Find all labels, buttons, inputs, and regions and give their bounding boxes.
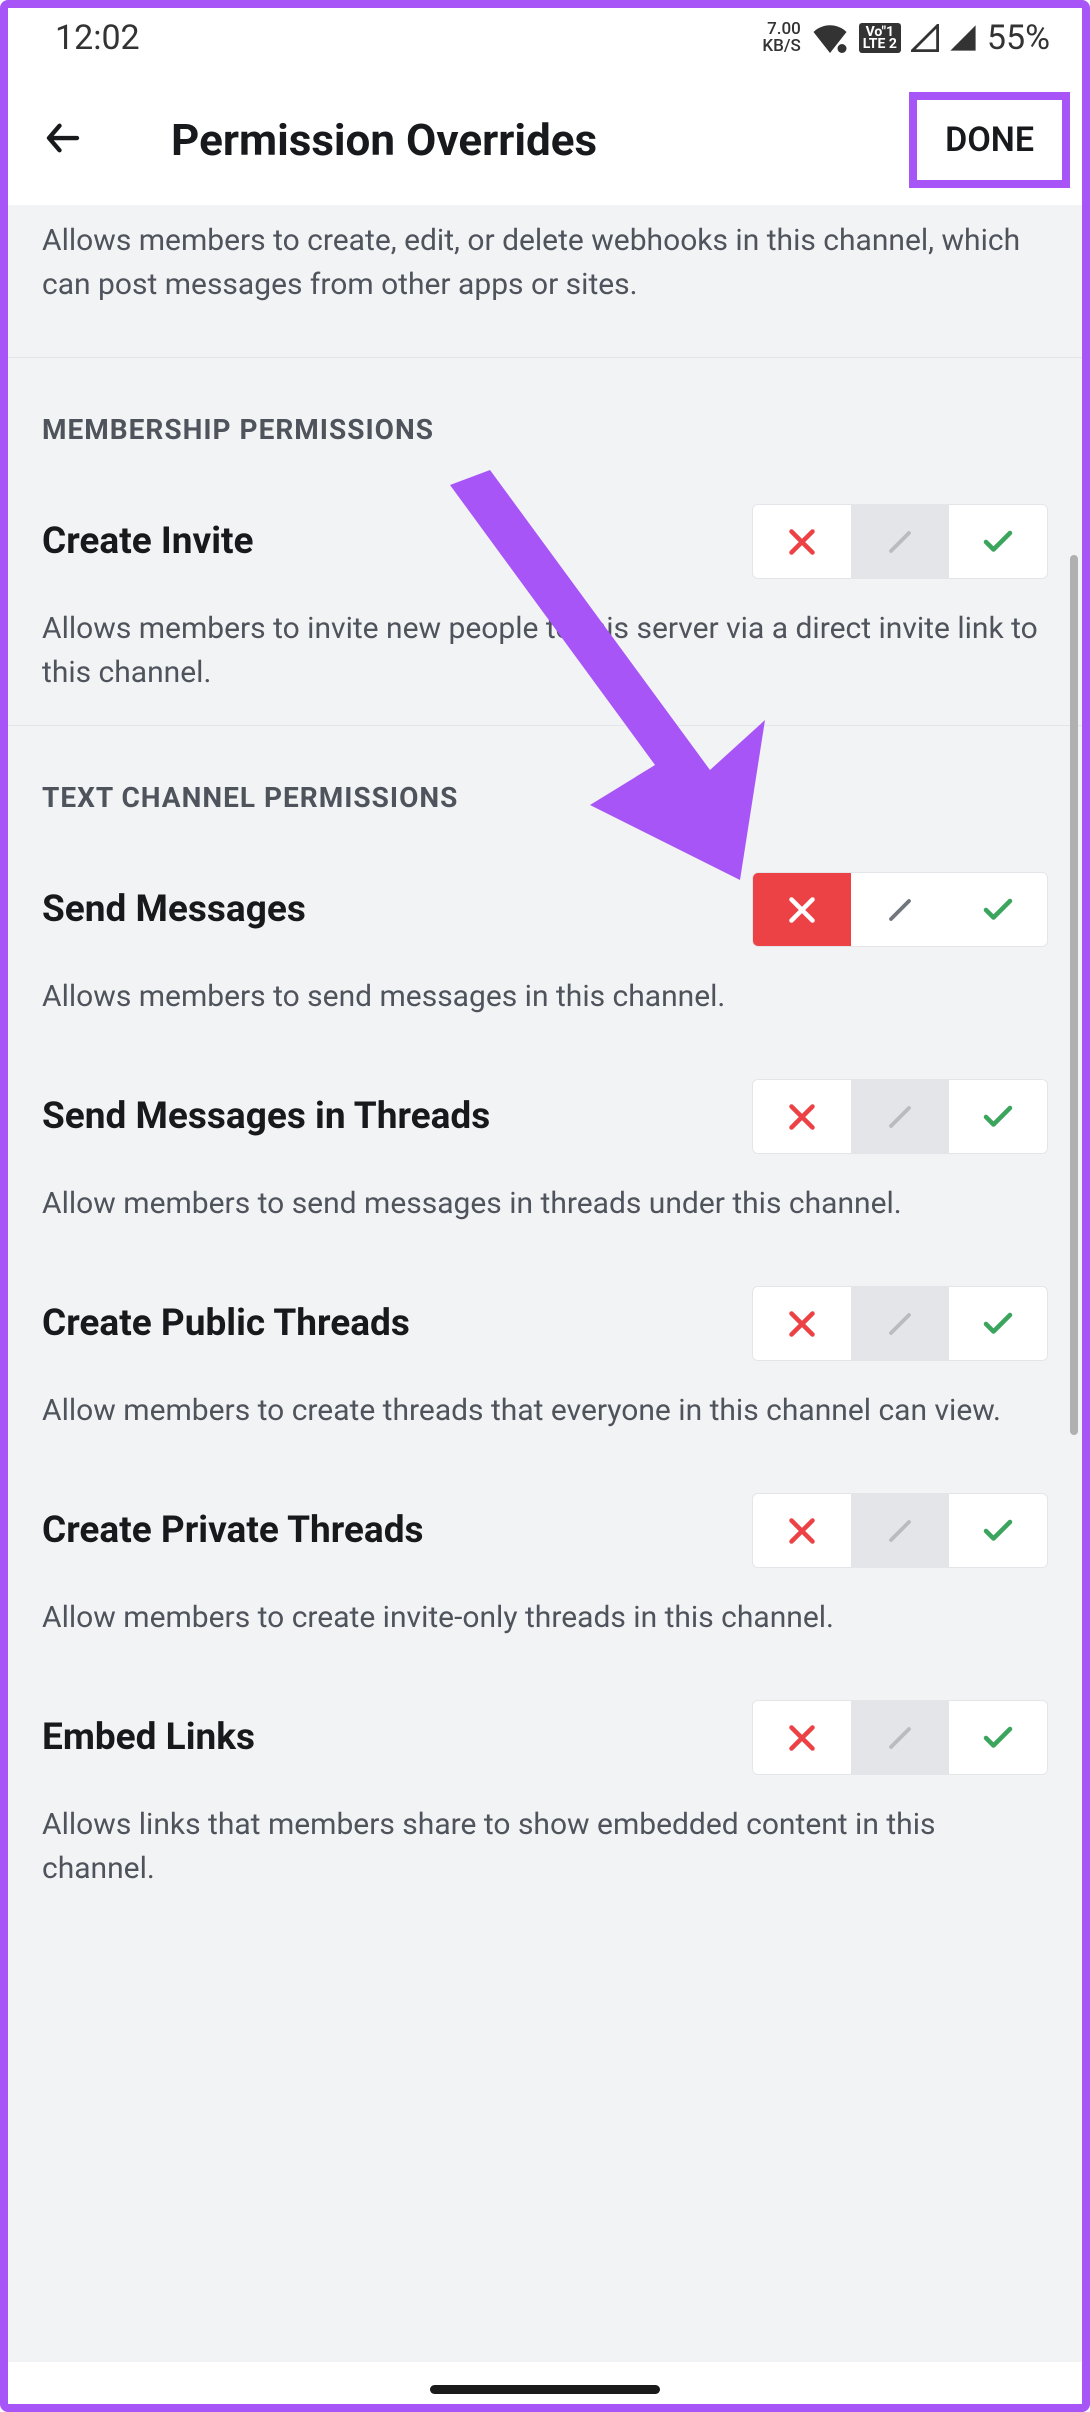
slash-icon [882, 892, 918, 928]
toggle-deny[interactable] [753, 505, 851, 578]
permission-title: Create Private Threads [42, 1509, 424, 1552]
check-icon [980, 1306, 1016, 1342]
permission-toggle-group [752, 1079, 1048, 1154]
x-icon [784, 524, 820, 560]
permission-create-public-threads: Create Public Threads Allow members to c… [0, 1256, 1090, 1463]
slash-icon [882, 1306, 918, 1342]
section-text-channel-permissions: TEXT CHANNEL PERMISSIONS [0, 725, 1090, 842]
check-icon [980, 1720, 1016, 1756]
toggle-allow[interactable] [949, 1287, 1047, 1360]
permission-title: Send Messages [42, 888, 306, 931]
permission-send-messages: Send Messages Allows members to send mes… [0, 842, 1090, 1049]
slash-icon [882, 524, 918, 560]
scrollbar-indicator[interactable] [1070, 555, 1078, 1435]
slash-icon [882, 1099, 918, 1135]
permission-desc: Allow members to create threads that eve… [42, 1389, 1048, 1433]
toggle-allow[interactable] [949, 873, 1047, 946]
toggle-deny[interactable] [753, 1494, 851, 1567]
network-speed: 7.00 KB/S [762, 21, 800, 55]
toggle-allow[interactable] [949, 1701, 1047, 1774]
battery-percent: 55% [987, 18, 1050, 58]
lte-indicator: Vo"1 LTE 2 [859, 23, 901, 53]
webhook-permission-desc: Allows members to create, edit, or delet… [0, 205, 1090, 357]
toggle-neutral[interactable] [851, 1494, 949, 1567]
page-title: Permission Overrides [171, 114, 597, 166]
toggle-allow[interactable] [949, 1494, 1047, 1567]
permission-desc: Allows members to invite new people to t… [42, 607, 1048, 695]
back-arrow-icon [42, 117, 84, 159]
permission-title: Embed Links [42, 1716, 255, 1759]
permission-title: Send Messages in Threads [42, 1095, 490, 1138]
permission-toggle-group [752, 504, 1048, 579]
status-bar: 12:02 7.00 KB/S Vo"1 LTE 2 55% [0, 0, 1090, 75]
toggle-deny[interactable] [753, 873, 851, 946]
permission-desc: Allows links that members share to show … [42, 1803, 1048, 1891]
toggle-deny[interactable] [753, 1080, 851, 1153]
done-button[interactable]: DONE [909, 92, 1070, 188]
toggle-neutral[interactable] [851, 1080, 949, 1153]
app-header: Permission Overrides DONE [0, 75, 1090, 205]
permission-title: Create Public Threads [42, 1302, 410, 1345]
x-icon [784, 892, 820, 928]
signal-icon-1 [911, 24, 939, 52]
permission-toggle-group [752, 1286, 1048, 1361]
x-icon [784, 1513, 820, 1549]
permission-send-messages-threads: Send Messages in Threads Allow members t… [0, 1049, 1090, 1256]
toggle-allow[interactable] [949, 1080, 1047, 1153]
toggle-allow[interactable] [949, 505, 1047, 578]
check-icon [980, 1099, 1016, 1135]
toggle-neutral[interactable] [851, 1287, 949, 1360]
permission-create-private-threads: Create Private Threads Allow members to … [0, 1463, 1090, 1670]
permission-create-invite: Create Invite Allows members to invite n… [0, 474, 1090, 725]
toggle-deny[interactable] [753, 1701, 851, 1774]
permission-desc: Allow members to create invite-only thre… [42, 1596, 1048, 1640]
x-icon [784, 1720, 820, 1756]
section-membership-permissions: MEMBERSHIP PERMISSIONS [0, 357, 1090, 474]
permission-toggle-group [752, 1700, 1048, 1775]
slash-icon [882, 1720, 918, 1756]
toggle-neutral[interactable] [851, 1701, 949, 1774]
x-icon [784, 1306, 820, 1342]
status-time: 12:02 [55, 18, 140, 58]
permission-embed-links: Embed Links Allows links that members sh… [0, 1670, 1090, 1921]
permission-toggle-group [752, 872, 1048, 947]
slash-icon [882, 1513, 918, 1549]
toggle-neutral[interactable] [851, 873, 949, 946]
back-button[interactable] [30, 105, 96, 175]
check-icon [980, 524, 1016, 560]
toggle-deny[interactable] [753, 1287, 851, 1360]
permission-toggle-group [752, 1493, 1048, 1568]
navigation-bar-handle[interactable] [430, 2385, 660, 2394]
content-scroll[interactable]: Allows members to create, edit, or delet… [0, 205, 1090, 2362]
check-icon [980, 892, 1016, 928]
toggle-neutral[interactable] [851, 505, 949, 578]
permission-desc: Allow members to send messages in thread… [42, 1182, 1048, 1226]
status-right-cluster: 7.00 KB/S Vo"1 LTE 2 55% [762, 18, 1050, 58]
check-icon [980, 1513, 1016, 1549]
wifi-icon [811, 23, 849, 53]
x-icon [784, 1099, 820, 1135]
signal-icon-2 [949, 24, 977, 52]
permission-desc: Allows members to send messages in this … [42, 975, 1048, 1019]
permission-title: Create Invite [42, 520, 254, 563]
